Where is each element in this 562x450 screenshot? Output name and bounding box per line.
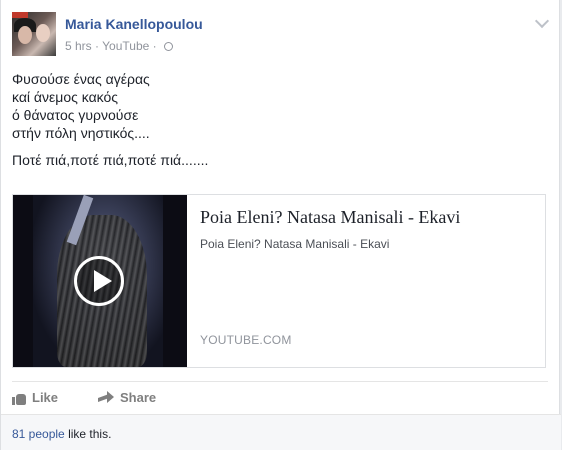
post-text: Φυσούσε ένας αγέρας καί άνεμος κακός ό θ… xyxy=(12,70,542,169)
post-header: Maria Kanellopoulou 5 hrs · YouTube · xyxy=(12,12,552,56)
post-text-line: Φυσούσε ένας αγέρας xyxy=(12,71,150,87)
play-icon[interactable] xyxy=(74,256,124,306)
meta-separator-2: · xyxy=(152,39,157,53)
likes-suffix: like this. xyxy=(68,427,112,441)
share-button[interactable]: Share xyxy=(98,390,156,405)
post-source[interactable]: YouTube xyxy=(102,39,149,53)
post-time[interactable]: 5 hrs xyxy=(65,39,92,53)
link-description: Poia Eleni? Natasa Manisali - Ekavi xyxy=(200,237,390,251)
meta-separator: · xyxy=(95,39,100,53)
link-preview[interactable]: Poia Eleni? Natasa Manisali - Ekavi Poia… xyxy=(12,194,546,368)
post-meta: 5 hrs · YouTube · xyxy=(65,39,173,53)
likes-summary: 81 people like this. xyxy=(12,427,111,441)
author-avatar[interactable] xyxy=(12,12,56,56)
post-text-line: ό θάνατος γυρνούσε xyxy=(12,107,139,123)
post-text-line: Ποτέ πιά,ποτέ πιά,ποτέ πιά....... xyxy=(12,152,209,168)
post-card: Maria Kanellopoulou 5 hrs · YouTube · Φυ… xyxy=(0,0,561,450)
likes-count[interactable]: 81 people xyxy=(12,427,65,441)
like-icon xyxy=(12,391,26,405)
link-title[interactable]: Poia Eleni? Natasa Manisali - Ekavi xyxy=(200,207,460,228)
divider xyxy=(12,381,548,382)
share-label: Share xyxy=(120,390,157,405)
like-button[interactable]: Like xyxy=(12,390,58,405)
share-icon xyxy=(98,390,114,405)
link-domain: YOUTUBE.COM xyxy=(200,333,292,347)
post-text-line: στήν πόλη νηστικός.... xyxy=(12,125,150,141)
post-text-line: καί άνεμος κακός xyxy=(12,89,119,105)
video-thumbnail[interactable] xyxy=(13,195,187,367)
like-label: Like xyxy=(32,390,59,405)
likes-bar: 81 people like this. xyxy=(1,414,561,450)
globe-icon[interactable] xyxy=(164,42,173,51)
author-name[interactable]: Maria Kanellopoulou xyxy=(65,16,203,32)
